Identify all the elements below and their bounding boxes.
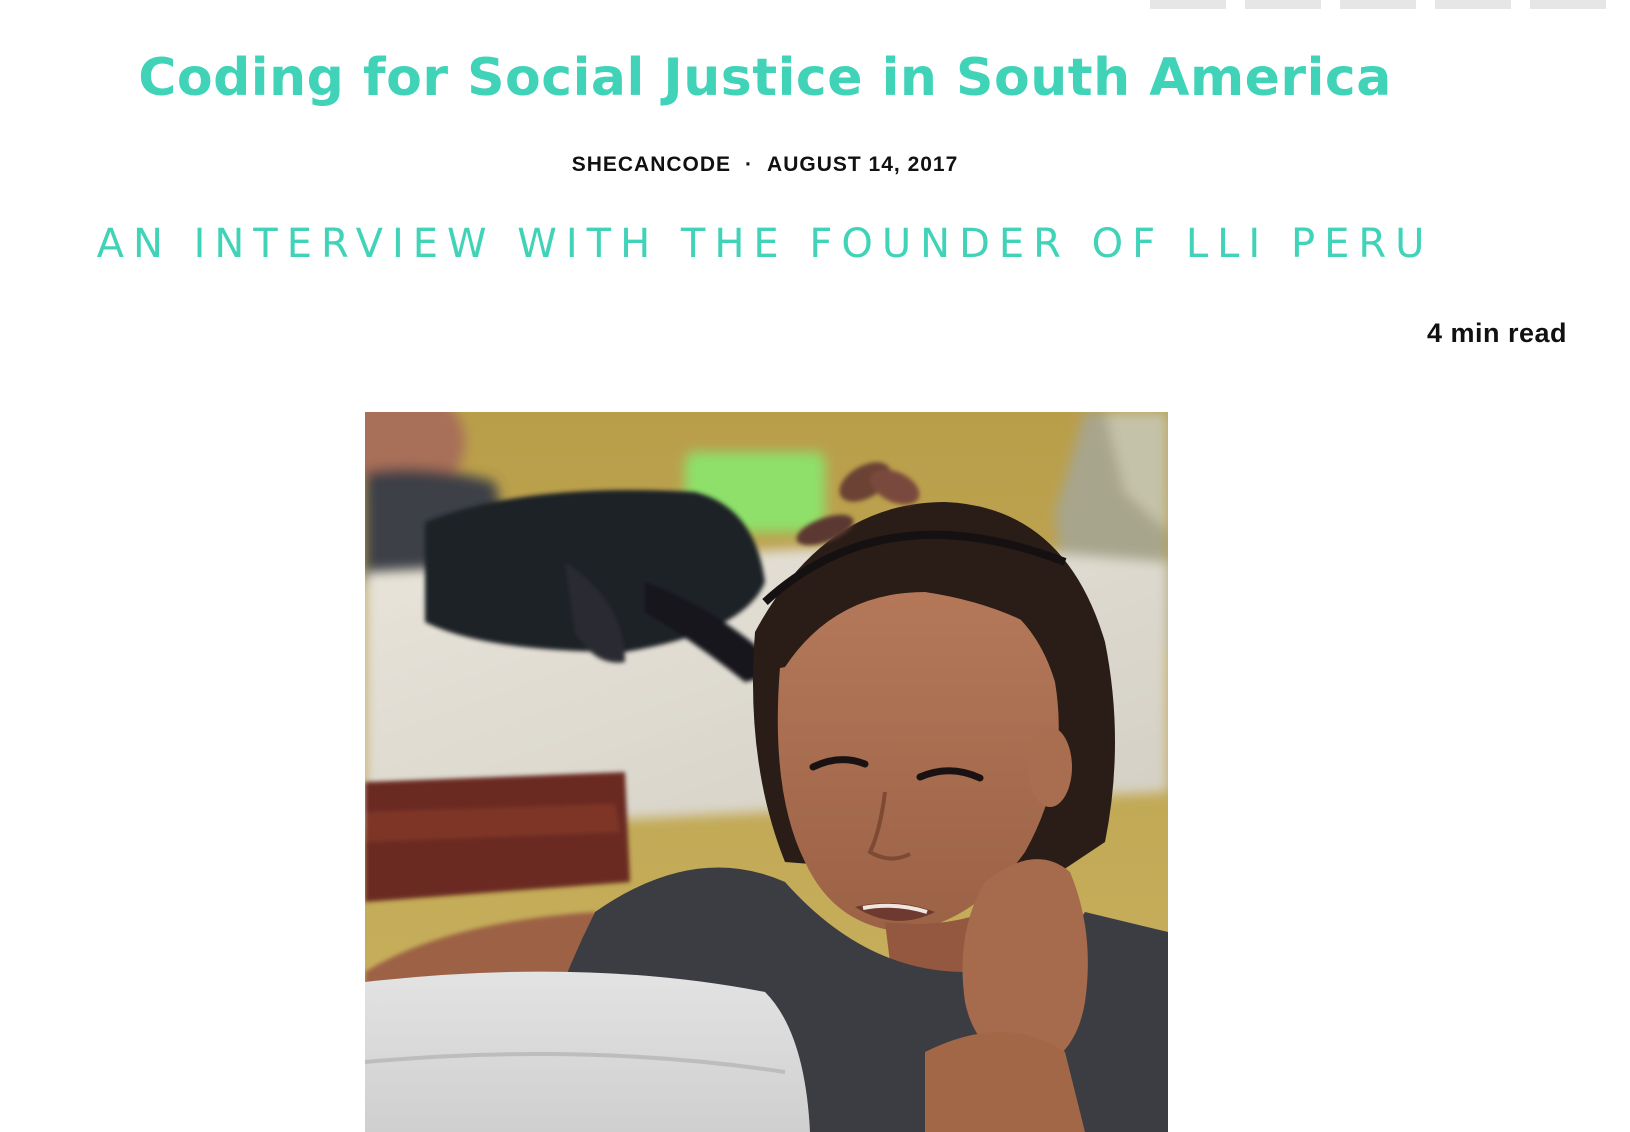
read-time: 4 min read bbox=[1426, 318, 1567, 348]
share-button[interactable] bbox=[1435, 0, 1511, 9]
share-button[interactable] bbox=[1530, 0, 1606, 9]
author-link[interactable]: SHECANCODE bbox=[572, 153, 731, 176]
meta-separator: · bbox=[745, 153, 754, 176]
article-subtitle: AN INTERVIEW WITH THE FOUNDER OF LLI PER… bbox=[96, 221, 1434, 267]
share-button[interactable] bbox=[1245, 0, 1321, 9]
article-photo bbox=[365, 412, 1168, 1132]
girl-at-laptop-image bbox=[365, 412, 1168, 1132]
publish-date[interactable]: AUGUST 14, 2017 bbox=[767, 153, 958, 176]
article-meta: SHECANCODE · AUGUST 14, 2017 bbox=[0, 150, 1530, 180]
share-button[interactable] bbox=[1150, 0, 1226, 9]
share-button[interactable] bbox=[1340, 0, 1416, 9]
share-bar bbox=[1150, 0, 1630, 10]
article-title: Coding for Social Justice in South Ameri… bbox=[138, 48, 1392, 108]
